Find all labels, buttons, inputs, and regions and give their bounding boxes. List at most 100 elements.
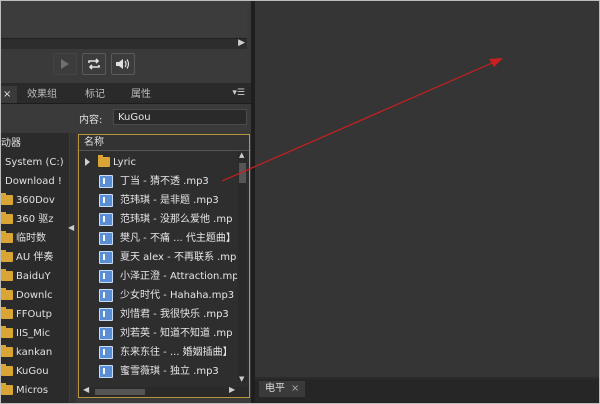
folder-icon (98, 155, 110, 167)
tree-item-label: BaiduY (16, 271, 51, 282)
list-item[interactable]: 东来东往 - ... 婚姻插曲】 (79, 343, 237, 362)
folder-icon (1, 345, 13, 357)
tree-item[interactable]: 动器 (1, 135, 69, 153)
tree-item[interactable]: KuGou (1, 363, 69, 381)
list-item[interactable]: 樊凡 - 不痛 ... 代主题曲】 (79, 229, 237, 248)
tab-media-browser[interactable]: × (1, 86, 17, 103)
audio-file-icon (99, 288, 113, 302)
tree-item[interactable]: Downlc (1, 287, 69, 305)
audio-file-icon (99, 307, 113, 321)
audio-file-icon (99, 193, 113, 207)
tree-splitter[interactable]: ◀ (68, 133, 76, 403)
levels-panel-tabbar: 电平 × (255, 379, 599, 403)
audio-file-icon (99, 345, 113, 359)
list-item[interactable]: 刘若英 - 知道不知道 .mp (79, 324, 237, 343)
list-item[interactable]: 夏天 alex - 不再联系 .mp (79, 248, 237, 267)
folder-icon (1, 364, 13, 376)
editor-area (255, 1, 599, 377)
play-icon (61, 59, 69, 69)
file-list-vertical-scrollbar[interactable]: ▲ ▼ (238, 151, 247, 383)
list-item-label: 少女时代 - Hahaha.mp3 (120, 290, 235, 301)
tree-item[interactable]: Download ! (1, 173, 69, 191)
tree-item[interactable]: System (C:) (1, 154, 69, 172)
folder-icon (1, 288, 13, 300)
preview-scrollbar[interactable]: ▶ (1, 38, 247, 49)
tree-item-label: 临时数 (16, 233, 46, 244)
file-list-horizontal-scrollbar[interactable]: ◀ ▶ (79, 385, 249, 397)
scroll-right-icon[interactable]: ▶ (229, 385, 235, 394)
list-item-label: 刘若英 - 知道不知道 .mp (120, 328, 233, 339)
tree-item-label: Micros (16, 385, 49, 396)
tree-item[interactable]: Micros (1, 382, 69, 400)
tree-item-label: KuGou (16, 366, 49, 377)
list-item[interactable]: 丁当 - 猜不透 .mp3 (79, 172, 237, 191)
tree-item[interactable]: kankan (1, 344, 69, 362)
folder-icon (1, 307, 13, 319)
scroll-right-arrow-icon[interactable]: ▶ (238, 38, 245, 48)
panel-tabs: × 效果组 标记 属性 ▾☰ (1, 83, 251, 104)
column-header-name[interactable]: 名称 (79, 135, 249, 151)
list-item[interactable]: 范玮琪 - 没那么爱他 .mp (79, 210, 237, 229)
list-item-label: 小泽正澄 - Attraction.mp (120, 271, 237, 282)
preview-area (1, 1, 247, 37)
list-item[interactable]: 蜜雪薇琪 - 独立 .mp3 (79, 362, 237, 381)
loop-button[interactable] (82, 53, 106, 75)
list-item[interactable]: 小泽正澄 - Attraction.mp (79, 267, 237, 286)
list-item-label: 樊凡 - 不痛 ... 代主题曲】 (120, 233, 236, 244)
scrollbar-thumb[interactable] (239, 163, 246, 183)
scrollbar-thumb[interactable] (95, 389, 145, 395)
folder-icon (1, 250, 13, 262)
tree-item-label: AU 伴奏 (16, 252, 54, 263)
tree-item[interactable]: IIS_Mic (1, 325, 69, 343)
play-button[interactable] (53, 53, 77, 75)
list-item-label: 范玮琪 - 没那么爱他 .mp (120, 214, 233, 225)
tree-item[interactable]: AU 伴奏 (1, 249, 69, 267)
folder-icon (1, 269, 13, 281)
audio-file-icon (99, 326, 113, 340)
content-label: 内容: (79, 115, 103, 126)
tab-properties[interactable]: 属性 (131, 86, 151, 103)
tab-levels[interactable]: 电平 × (259, 381, 306, 397)
tree-item[interactable]: BaiduY (1, 268, 69, 286)
folder-icon (1, 383, 13, 395)
list-item-folder[interactable]: Lyric (79, 153, 243, 172)
list-item[interactable]: 范玮琪 - 是非题 .mp3 (79, 191, 237, 210)
tree-item[interactable]: 360Dov (1, 192, 69, 210)
audio-file-icon (99, 174, 113, 188)
scroll-down-icon[interactable]: ▼ (239, 375, 244, 383)
audio-file-icon (99, 250, 113, 264)
audio-file-icon (99, 364, 113, 378)
tree-item[interactable]: 临时数 (1, 230, 69, 248)
list-item[interactable]: 少女时代 - Hahaha.mp3 (79, 286, 237, 305)
list-item-label: 刘惜君 - 我很快乐 .mp3 (120, 309, 229, 320)
close-icon[interactable]: × (291, 383, 299, 394)
list-item[interactable]: 刘惜君 - 我很快乐 .mp3 (79, 305, 237, 324)
tree-item[interactable]: 360 驱z (1, 211, 69, 229)
panel-menu-icon[interactable]: ▾☰ (232, 88, 245, 98)
tree-item-label: IIS_Mic (16, 328, 51, 339)
audio-file-icon (99, 212, 113, 226)
content-selector: 内容: KuGou (79, 109, 249, 127)
content-dropdown[interactable]: KuGou (113, 109, 247, 125)
audio-file-icon (99, 231, 113, 245)
tree-item[interactable]: FFOutp (1, 306, 69, 324)
tab-effects-rack[interactable]: 效果组 (27, 86, 57, 103)
list-item-label: 范玮琪 - 是非题 .mp3 (120, 195, 219, 206)
scroll-up-icon[interactable]: ▲ (239, 151, 244, 159)
tree-item-label: Downlc (16, 290, 53, 301)
tab-markers[interactable]: 标记 (85, 86, 105, 103)
volume-button[interactable] (111, 53, 135, 75)
tree-item-label: 360 驱z (16, 214, 54, 225)
folder-icon (1, 231, 13, 243)
tree-item-label: Download ! (5, 176, 62, 187)
scroll-left-icon[interactable]: ◀ (83, 385, 89, 394)
tree-item-label: 动器 (1, 138, 21, 149)
expand-icon[interactable] (85, 158, 90, 166)
close-icon[interactable]: × (3, 89, 11, 100)
tree-item-label: FFOutp (16, 309, 52, 320)
tree-item-label: 360Dov (16, 195, 55, 206)
list-item-label: 蜜雪薇琪 - 独立 .mp3 (120, 366, 219, 377)
collapse-left-icon[interactable]: ◀ (68, 223, 74, 232)
transport-controls (1, 49, 251, 81)
loop-icon (88, 58, 100, 70)
